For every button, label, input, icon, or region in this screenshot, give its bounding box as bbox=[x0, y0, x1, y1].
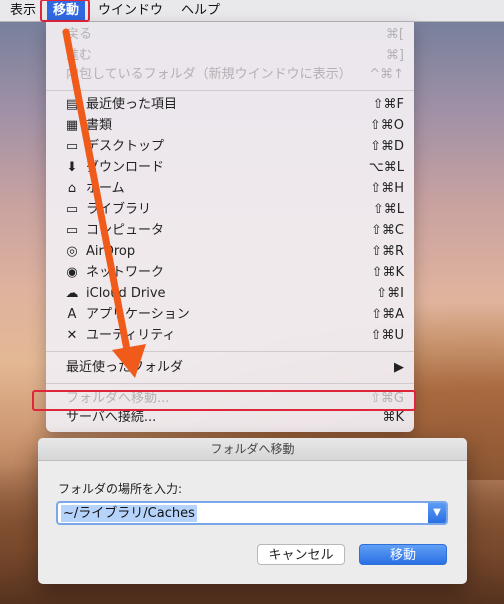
go-to-folder-dialog: フォルダへ移動 フォルダの場所を入力: ~/ライブラリ/Caches ▼ キャン… bbox=[38, 438, 467, 584]
go-button[interactable]: 移動 bbox=[359, 544, 447, 565]
folder-path-prompt: フォルダの場所を入力: bbox=[58, 482, 183, 496]
folder-path-value[interactable]: ~/ライブラリ/Caches bbox=[61, 505, 197, 522]
dialog-title: フォルダへ移動 bbox=[38, 438, 467, 461]
cancel-button[interactable]: キャンセル bbox=[257, 544, 345, 565]
chevron-down-icon[interactable]: ▼ bbox=[428, 503, 446, 523]
folder-path-input[interactable]: ~/ライブラリ/Caches ▼ bbox=[56, 501, 448, 525]
